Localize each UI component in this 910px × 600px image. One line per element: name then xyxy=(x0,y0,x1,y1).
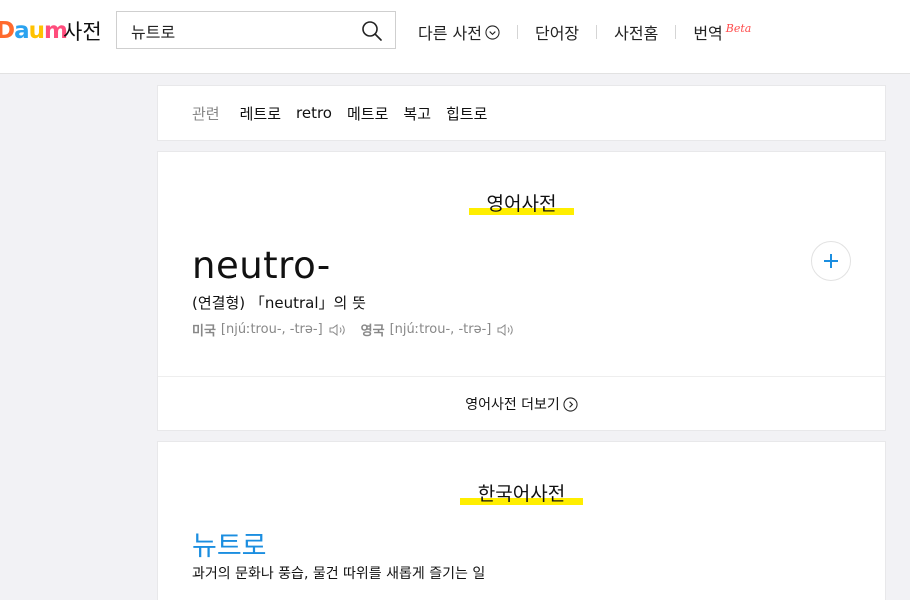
service-name[interactable]: 사전 xyxy=(63,16,102,46)
search-icon[interactable] xyxy=(361,20,383,42)
nav-divider xyxy=(675,25,677,39)
search-input[interactable] xyxy=(131,20,351,42)
chevron-right-circle-icon xyxy=(563,396,578,412)
korean-dict-title-text: 한국어사전 xyxy=(477,483,566,505)
global-nav: 다른 사전 단어장 사전홈 번역 Beta xyxy=(418,20,751,44)
top-header: Daum 사전 다른 사전 단어장 사전홈 번역 Beta xyxy=(0,0,910,74)
korean-meaning: 과거의 문화나 풍습, 물건 따위를 새롭게 즐기는 일 xyxy=(192,566,486,582)
related-label: 관련 xyxy=(192,104,220,123)
logo-letter-u: u xyxy=(28,18,45,44)
nav-divider xyxy=(516,25,518,39)
pron-us-label: 미국 xyxy=(192,324,216,339)
nav-divider xyxy=(596,25,598,39)
english-headword[interactable]: neutro- xyxy=(192,244,331,287)
pron-uk-label: 영국 xyxy=(360,324,385,339)
search-box[interactable] xyxy=(116,11,396,49)
korean-headword[interactable]: 뉴트로 xyxy=(192,524,267,563)
speaker-icon[interactable] xyxy=(329,323,347,337)
nav-more-dict[interactable]: 다른 사전 xyxy=(418,20,500,44)
korean-dict-title: 한국어사전 xyxy=(459,479,584,506)
related-word[interactable]: 힙트로 xyxy=(446,103,487,124)
nav-more-dict-label: 다른 사전 xyxy=(418,24,482,43)
nav-translate-label: 번역 xyxy=(693,24,723,43)
english-dict-card: 영어사전 neutro- (연결형) 「neutral」의 뜻 미국 [njúː… xyxy=(157,151,886,431)
section-title-wrap: 영어사전 xyxy=(158,189,885,216)
logo-letter-d: D xyxy=(0,18,15,44)
english-dict-more-label: 영어사전 더보기 xyxy=(465,397,560,413)
english-dict-title: 영어사전 xyxy=(468,189,575,216)
nav-dict-home[interactable]: 사전홈 xyxy=(614,20,658,44)
english-meaning: (연결형) 「neutral」의 뜻 xyxy=(192,294,366,312)
korean-dict-card: 한국어사전 뉴트로 과거의 문화나 풍습, 물건 따위를 새롭게 즐기는 일 xyxy=(157,441,886,600)
plus-icon xyxy=(824,254,838,268)
chevron-down-circle-icon xyxy=(485,24,500,40)
related-word[interactable]: retro xyxy=(296,104,332,122)
add-to-wordbook-button[interactable] xyxy=(811,241,851,281)
logo-letter-a: a xyxy=(14,18,30,44)
beta-badge: Beta xyxy=(725,21,752,35)
related-word[interactable]: 메트로 xyxy=(347,103,388,124)
english-dict-title-text: 영어사전 xyxy=(486,193,557,215)
section-title-wrap: 한국어사전 xyxy=(158,479,885,506)
nav-translate[interactable]: 번역 Beta xyxy=(693,20,751,44)
daum-logo[interactable]: Daum xyxy=(0,18,68,44)
speaker-icon[interactable] xyxy=(497,323,515,337)
nav-wordbook[interactable]: 단어장 xyxy=(535,20,579,44)
pronunciation-row: 미국 [njúːtrou-, -trə-] 영국 [njúːtrou-, -tr… xyxy=(192,320,529,339)
pron-uk-value: [njúːtrou-, -trə-] xyxy=(389,322,492,337)
english-dict-more-button[interactable]: 영어사전 더보기 xyxy=(158,376,885,431)
related-word[interactable]: 레트로 xyxy=(240,103,281,124)
related-word[interactable]: 복고 xyxy=(403,103,431,124)
pron-us-value: [njúːtrou-, -trə-] xyxy=(220,322,323,337)
related-words-card: 관련 레트로 retro 메트로 복고 힙트로 xyxy=(157,85,886,141)
